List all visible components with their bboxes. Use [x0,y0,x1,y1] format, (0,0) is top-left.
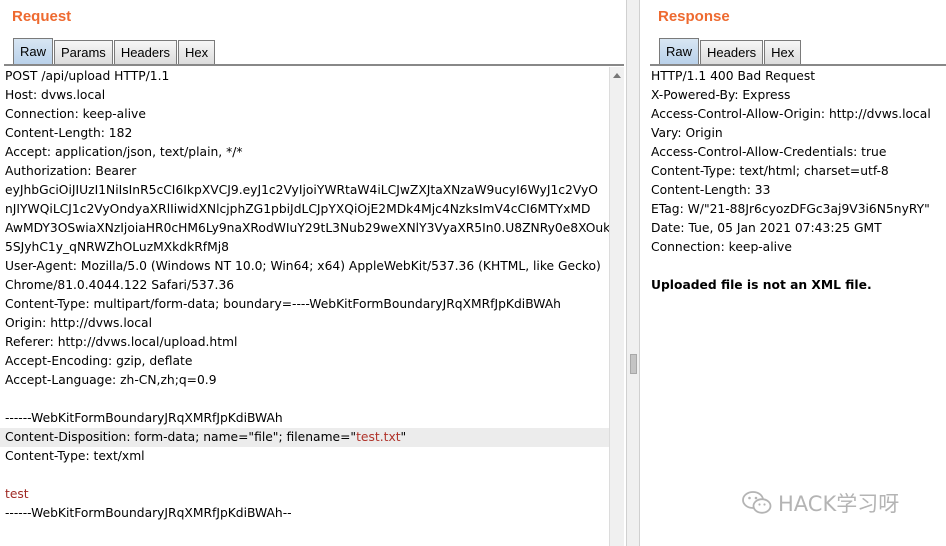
request-editor[interactable]: POST /api/upload HTTP/1.1 Host: dvws.loc… [0,67,609,546]
request-tabs-underline [4,64,624,66]
request-title: Request [12,8,72,25]
request-body-line: test [5,487,29,501]
response-line: Content-Type: text/html; charset=utf-8 [651,164,889,178]
request-line: ------WebKitFormBoundaryJRqXMRfJpKdiBWAh… [5,506,292,520]
tab-hex[interactable]: Hex [764,40,802,64]
tab-params[interactable]: Params [54,40,113,64]
response-editor[interactable]: HTTP/1.1 400 Bad Request X-Powered-By: E… [646,67,946,546]
request-line: nJIYWQiLCJ1c2VyOndyaXRlIiwidXNlcjphZG1pb… [5,202,591,216]
request-line: Authorization: Bearer [5,164,137,178]
tab-headers[interactable]: Headers [113,40,177,64]
response-title: Response [658,8,730,25]
request-line: ------WebKitFormBoundaryJRqXMRfJpKdiBWAh [5,411,283,425]
watermark-text: HACK学习呀 [778,492,900,516]
response-line: Connection: keep-alive [651,240,792,254]
request-line: POST /api/upload HTTP/1.1 [5,69,170,83]
response-line: Content-Length: 33 [651,183,771,197]
request-line: Content-Type: multipart/form-data; bound… [5,297,561,311]
response-line: Vary: Origin [651,126,723,140]
request-line: Host: dvws.local [5,88,106,102]
response-line: HTTP/1.1 400 Bad Request [651,69,816,83]
request-line: Chrome/81.0.4044.122 Safari/537.36 [5,278,235,292]
response-line [646,257,946,276]
response-line: Access-Control-Allow-Origin: http://dvws… [651,107,931,121]
filename-quote: " [400,430,407,444]
request-line: Accept: application/json, text/plain, */… [5,145,243,159]
request-tabs: Raw Params Headers Hex [13,38,216,64]
request-line: Referer: http://dvws.local/upload.html [5,335,238,349]
request-line: Origin: http://dvws.local [5,316,152,330]
request-line: Content-Type: text/xml [5,449,145,463]
divider-grip[interactable] [630,354,637,374]
response-tabs: Raw Headers Hex [659,38,802,64]
request-line: Connection: keep-alive [5,107,146,121]
scroll-up-arrow-icon[interactable] [613,73,621,78]
response-body-line: Uploaded file is not an XML file. [651,278,872,292]
request-line: Accept-Language: zh-CN,zh;q=0.9 [5,373,217,387]
watermark: HACK学习呀 [742,488,899,518]
tab-raw[interactable]: Raw [659,38,700,64]
response-tabs-underline [650,64,946,66]
response-line: X-Powered-By: Express [651,88,791,102]
request-line: eyJhbGciOiJIUzI1NiIsInR5cCI6IkpXVCJ9.eyJ… [5,183,598,197]
response-line: Date: Tue, 05 Jan 2021 07:43:25 GMT [651,221,882,235]
request-line: AwMDY3OSwiaXNzIjoiaHR0cHM6Ly9naXRodWIuY2… [5,221,609,235]
request-line [0,390,609,409]
request-line: 5SJyhC1y_qNRWZhOLuzMXkdkRfMj8 [5,240,229,254]
filename-value: test.txt [356,430,401,444]
response-line: ETag: W/"21-88Jr6cyozDFGc3aj9V3i6N5nyRY" [651,202,930,216]
request-line-highlighted: Content-Disposition: form-data; name="fi… [0,428,609,447]
split-pane-divider[interactable] [626,0,640,546]
request-line: Content-Length: 182 [5,126,133,140]
response-line: Access-Control-Allow-Credentials: true [651,145,887,159]
wechat-icon [742,490,772,516]
content-disposition-text: Content-Disposition: form-data; name="fi… [5,430,357,444]
tab-raw[interactable]: Raw [13,38,54,64]
request-line [0,466,609,485]
request-scrollbar[interactable] [609,67,624,546]
request-line: Accept-Encoding: gzip, deflate [5,354,193,368]
tab-headers[interactable]: Headers [700,40,764,64]
request-line: User-Agent: Mozilla/5.0 (Windows NT 10.0… [5,259,601,273]
tab-hex[interactable]: Hex [177,40,216,64]
